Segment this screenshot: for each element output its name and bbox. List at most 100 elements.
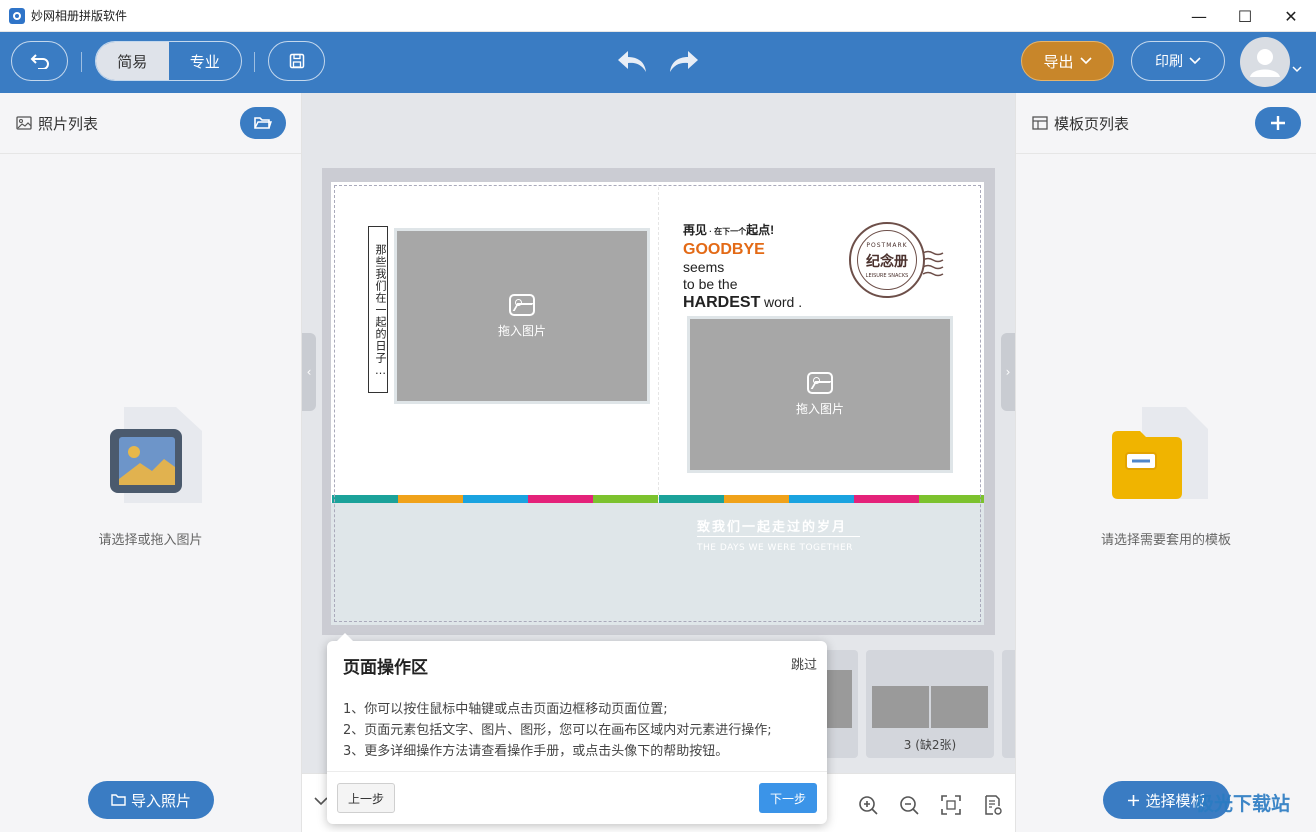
guide-line-2: 2、页面元素包括文字、图片、图形，您可以在画布区域内对元素进行操作; xyxy=(343,723,772,738)
guide-line-1: 1、你可以按住鼠标中轴键或点击页面边框移动页面位置; xyxy=(343,702,668,717)
add-template-button[interactable] xyxy=(1255,107,1301,139)
toolbar-separator xyxy=(254,52,255,72)
watermark-text: 极光下载站 xyxy=(1194,792,1290,815)
guide-next-button[interactable]: 下一步 xyxy=(759,783,817,813)
stripe-segment xyxy=(789,495,854,503)
guide-skip-link[interactable]: 跳过 xyxy=(791,654,817,673)
export-label: 导出 xyxy=(1043,52,1074,71)
empty-templates-illustration-icon xyxy=(1112,407,1208,499)
export-button[interactable]: 导出 xyxy=(1021,41,1114,81)
mode-pro-tab[interactable]: 专业 xyxy=(169,42,242,80)
guide-title: 页面操作区 xyxy=(343,658,428,678)
band-title-underline xyxy=(697,536,860,537)
plus-icon xyxy=(1128,794,1140,806)
band-title-en[interactable]: THE DAYS WE WERE TOGETHER xyxy=(697,543,853,553)
chevron-down-icon xyxy=(1189,57,1201,65)
stripe-segment xyxy=(528,495,593,503)
thumb-photo xyxy=(872,686,929,728)
app-logo-icon xyxy=(9,7,25,24)
zoom-out-icon xyxy=(900,796,919,815)
photo-slot-left[interactable]: 拖入图片 xyxy=(394,228,650,404)
stamp-bottom-text: LEISURE SNACKS xyxy=(865,272,909,279)
thumbs-toggle-chevron-icon[interactable] xyxy=(314,796,328,806)
save-icon xyxy=(289,53,304,69)
zoom-in-icon xyxy=(859,796,878,815)
zoom-in-button[interactable] xyxy=(857,794,879,816)
open-folder-button[interactable] xyxy=(240,107,286,139)
color-stripe-left xyxy=(332,495,658,503)
goodbye-text-block[interactable]: 再见 · 在下一个起点! GOODBYE seems to be the HAR… xyxy=(683,222,802,312)
photo-empty-hint: 请选择或拖入图片 xyxy=(98,533,203,548)
band-title-cn[interactable]: 致我们一起走过的岁月 xyxy=(697,516,847,535)
fit-page-button[interactable] xyxy=(940,794,962,816)
postmark-stamp[interactable]: POSTMARK 纪念册 LEISURE SNACKS xyxy=(849,222,925,298)
user-avatar[interactable] xyxy=(1240,37,1290,87)
window-title: 妙网相册拼版软件 xyxy=(31,9,128,23)
guide-prev-button[interactable]: 上一步 xyxy=(337,783,395,813)
guide-line-3: 3、更多详细操作方法请查看操作手册，或点击头像下的帮助按钮。 xyxy=(343,744,729,759)
maximize-button[interactable]: ☐ xyxy=(1222,0,1268,32)
site-watermark: 极光下载站 xyxy=(1175,780,1310,824)
stripe-segment xyxy=(463,495,528,503)
photo-list-panel: 照片列表 请选择或拖入图片 导入照片 xyxy=(0,93,302,832)
collapse-right-handle[interactable]: › xyxy=(1001,333,1015,411)
stripe-segment xyxy=(593,495,658,503)
photo-list-title: 照片列表 xyxy=(38,114,99,133)
import-photos-label: 导入照片 xyxy=(130,791,191,810)
empty-photos-illustration-icon xyxy=(110,407,202,503)
redo-icon xyxy=(670,51,698,72)
goodbye-line-1: 再见 · 在下一个起点! xyxy=(683,223,775,237)
fit-screen-icon xyxy=(941,795,961,815)
goodbye-line-4: to be the xyxy=(683,276,738,292)
toolbar-separator xyxy=(81,52,82,72)
template-list-icon xyxy=(1032,116,1048,130)
page-thumbnail-3[interactable]: 3 (缺2张) xyxy=(866,650,994,758)
thumb-photo xyxy=(931,686,988,728)
goodbye-line-5: HARDEST word . xyxy=(683,294,803,311)
folder-open-icon xyxy=(254,117,272,129)
mode-switch: 简易 专业 xyxy=(95,41,242,81)
avatar-menu-chevron-icon[interactable] xyxy=(1292,66,1302,73)
guide-footer: 上一步 下一步 xyxy=(327,771,827,824)
print-label: 印刷 xyxy=(1155,54,1183,70)
undo-icon xyxy=(618,51,646,72)
album-spread[interactable]: 那些我们在一起的日子… 拖入图片 再见 · 在下一个起点! GOODBYE se… xyxy=(331,182,984,625)
lower-band xyxy=(331,503,984,625)
image-placeholder-icon xyxy=(509,293,535,316)
stripe-segment xyxy=(659,495,724,503)
mode-easy-tab[interactable]: 简易 xyxy=(96,42,169,80)
print-button[interactable]: 印刷 xyxy=(1131,41,1225,81)
redo-button[interactable] xyxy=(666,46,702,78)
stripe-segment xyxy=(854,495,919,503)
page-canvas[interactable]: 那些我们在一起的日子… 拖入图片 再见 · 在下一个起点! GOODBYE se… xyxy=(322,168,995,635)
zoom-out-button[interactable] xyxy=(898,794,920,816)
import-photos-button[interactable]: 导入照片 xyxy=(88,781,214,819)
collapse-left-handle[interactable]: ‹ xyxy=(302,333,316,411)
back-button[interactable] xyxy=(11,41,68,81)
page-thumbnail-4[interactable] xyxy=(1002,650,1015,758)
document-settings-icon xyxy=(985,795,1002,815)
template-list-title: 模板页列表 xyxy=(1054,114,1130,133)
color-stripe-right xyxy=(659,495,984,503)
close-button[interactable]: ✕ xyxy=(1268,0,1314,32)
page-settings-button[interactable] xyxy=(982,794,1004,816)
stamp-top-text: POSTMARK xyxy=(866,241,908,249)
stripe-segment xyxy=(332,495,398,503)
goodbye-line-2: GOODBYE xyxy=(683,241,765,258)
template-list-panel: 模板页列表 请选择需要套用的模板 选择模板 xyxy=(1015,93,1316,832)
photo-slot-right[interactable]: 拖入图片 xyxy=(687,316,953,473)
postmark-wave-lines-icon xyxy=(923,250,944,277)
template-list-header: 模板页列表 xyxy=(1016,93,1316,154)
goodbye-line-3: seems xyxy=(683,259,725,275)
vertical-caption[interactable]: 那些我们在一起的日子… xyxy=(368,226,388,393)
save-button[interactable] xyxy=(268,41,325,81)
onboarding-guide-popover: 页面操作区 跳过 1、你可以按住鼠标中轴键或点击页面边框移动页面位置; 2、页面… xyxy=(327,633,827,824)
undo-button[interactable] xyxy=(614,46,650,78)
template-empty-hint: 请选择需要套用的模板 xyxy=(1100,533,1231,548)
avatar-person-icon xyxy=(1250,49,1280,77)
stamp-center-text: 纪念册 xyxy=(866,253,908,270)
main-toolbar: 简易 专业 导出 印刷 xyxy=(0,32,1316,93)
chevron-down-icon xyxy=(1079,57,1092,65)
minimize-button[interactable]: — xyxy=(1176,0,1222,32)
postmark-stamp-inner: POSTMARK 纪念册 LEISURE SNACKS xyxy=(857,230,917,290)
